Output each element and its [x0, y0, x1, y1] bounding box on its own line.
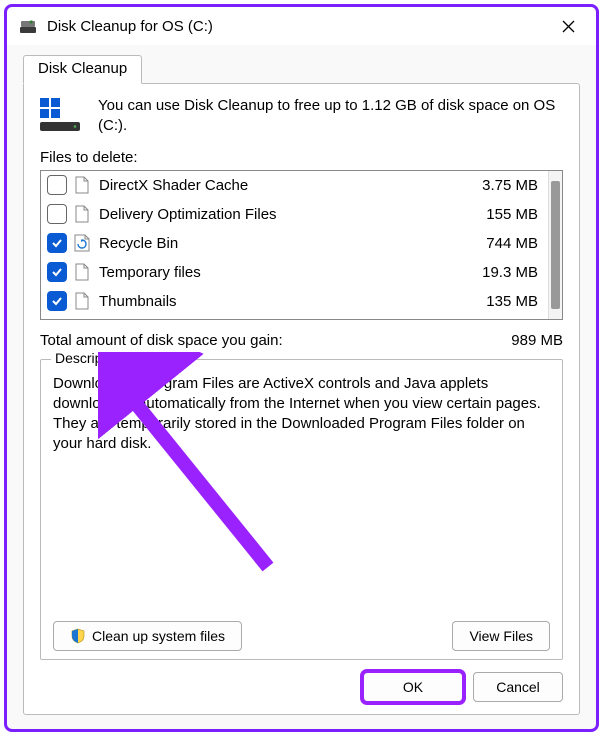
file-icon [73, 175, 91, 195]
file-icon [73, 262, 91, 282]
list-item-name: Temporary files [99, 264, 462, 281]
total-label: Total amount of disk space you gain: [40, 332, 473, 349]
file-icon [73, 204, 91, 224]
list-item[interactable]: Delivery Optimization Files155 MB [41, 200, 548, 229]
drive-icon [40, 96, 84, 137]
tab-panel: You can use Disk Cleanup to free up to 1… [23, 83, 580, 715]
checkbox[interactable] [47, 175, 67, 195]
total-value: 989 MB [473, 332, 563, 349]
cleanup-button-label: Clean up system files [92, 628, 225, 644]
checkbox[interactable] [47, 204, 67, 224]
view-files-label: View Files [469, 628, 533, 644]
list-item-size: 3.75 MB [462, 177, 542, 194]
list-item-name: Delivery Optimization Files [99, 206, 462, 223]
list-item[interactable]: DirectX Shader Cache3.75 MB [41, 171, 548, 200]
dialog-window: Disk Cleanup for OS (C:) Disk Cleanup [4, 4, 599, 732]
description-group: Description Downloaded Program Files are… [40, 359, 563, 661]
window-title: Disk Cleanup for OS (C:) [47, 18, 552, 35]
checkbox[interactable] [47, 291, 67, 311]
list-item[interactable]: Thumbnails135 MB [41, 287, 548, 316]
list-item-size: 135 MB [462, 293, 542, 310]
description-legend: Description [51, 350, 129, 366]
list-item-name: DirectX Shader Cache [99, 177, 462, 194]
scrollbar-thumb[interactable] [551, 181, 560, 309]
titlebar: Disk Cleanup for OS (C:) [7, 7, 596, 45]
list-item-size: 19.3 MB [462, 264, 542, 281]
files-listbox[interactable]: DirectX Shader Cache3.75 MBDelivery Opti… [40, 170, 563, 320]
dialog-footer: OK Cancel [40, 660, 563, 702]
dialog-body: Disk Cleanup You can use Disk Cleanup to… [7, 45, 596, 729]
cancel-button[interactable]: Cancel [473, 672, 563, 702]
tab-strip: Disk Cleanup [23, 55, 580, 84]
view-files-button[interactable]: View Files [452, 621, 550, 651]
files-to-delete-label: Files to delete: [40, 149, 563, 166]
cancel-button-label: Cancel [496, 679, 540, 695]
list-item[interactable]: Recycle Bin744 MB [41, 229, 548, 258]
scrollbar[interactable] [548, 171, 562, 319]
tab-disk-cleanup[interactable]: Disk Cleanup [23, 55, 142, 84]
list-item-name: Thumbnails [99, 293, 462, 310]
disk-cleanup-icon [19, 17, 37, 35]
cleanup-system-files-button[interactable]: Clean up system files [53, 621, 242, 651]
file-icon [73, 291, 91, 311]
shield-icon [70, 628, 86, 644]
list-item-size: 155 MB [462, 206, 542, 223]
close-icon [562, 20, 575, 33]
description-text: Downloaded Program Files are ActiveX con… [53, 374, 550, 614]
info-text: You can use Disk Cleanup to free up to 1… [98, 96, 563, 137]
close-button[interactable] [552, 10, 584, 42]
total-row: Total amount of disk space you gain: 989… [40, 332, 563, 349]
checkbox[interactable] [47, 233, 67, 253]
recycle-bin-icon [73, 233, 91, 253]
ok-button-label: OK [403, 679, 423, 695]
info-row: You can use Disk Cleanup to free up to 1… [40, 96, 563, 137]
list-item-name: Recycle Bin [99, 235, 462, 252]
ok-button[interactable]: OK [363, 672, 463, 702]
list-item[interactable]: Temporary files19.3 MB [41, 258, 548, 287]
checkbox[interactable] [47, 262, 67, 282]
list-item-size: 744 MB [462, 235, 542, 252]
